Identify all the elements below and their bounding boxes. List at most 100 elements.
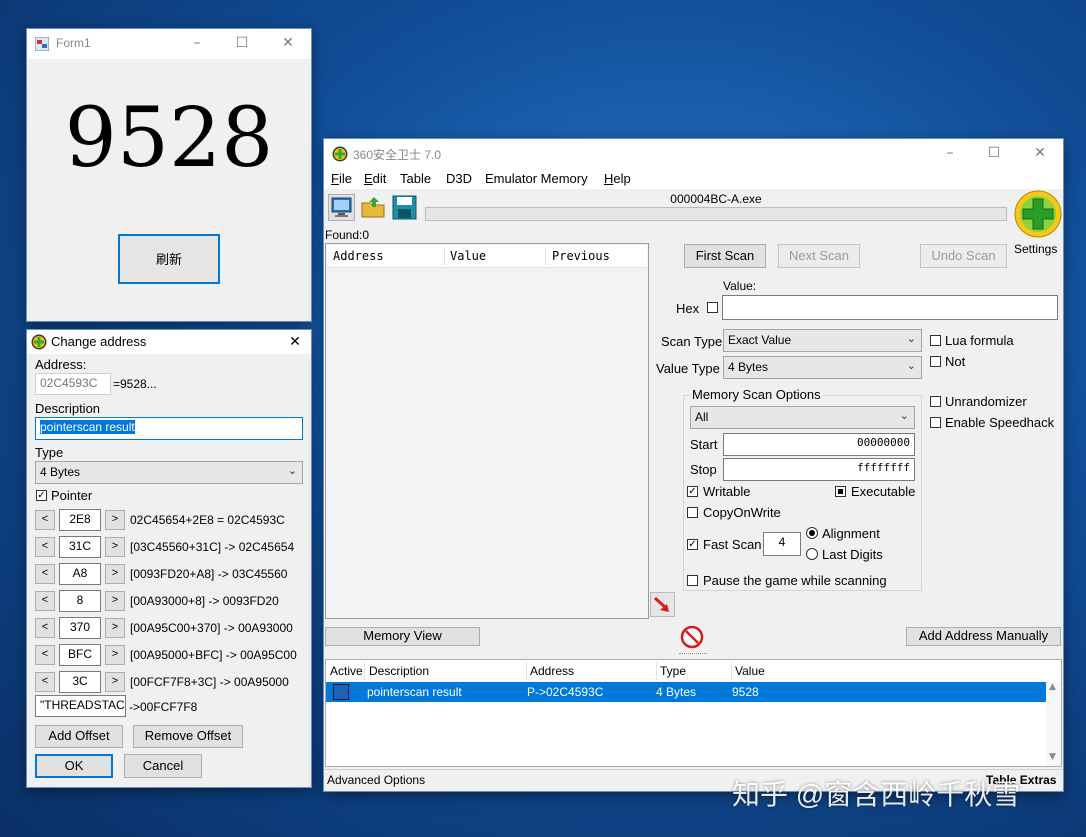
offset-increment-button[interactable]: >: [105, 537, 125, 557]
minimize-button[interactable]: –: [938, 143, 962, 163]
header-value[interactable]: Value: [450, 245, 486, 267]
offset-input[interactable]: 2E8: [59, 509, 101, 531]
speedhack-checkbox[interactable]: [930, 417, 941, 428]
description-field[interactable]: pointerscan result: [35, 417, 303, 440]
minimize-button[interactable]: –: [185, 33, 209, 53]
not-checkbox[interactable]: [930, 356, 941, 367]
unrandomizer-checkbox[interactable]: [930, 396, 941, 407]
form1-titlebar[interactable]: Form1 – ☐ ✕: [27, 29, 311, 59]
address-table[interactable]: Active Description Address Type Value po…: [325, 659, 1062, 767]
offset-increment-button[interactable]: >: [105, 564, 125, 584]
offset-input[interactable]: 3C: [59, 671, 101, 693]
active-checkbox[interactable]: [333, 684, 349, 700]
cancel-button[interactable]: Cancel: [124, 754, 202, 778]
menu-emulator-memory[interactable]: Emulator Memory: [485, 171, 588, 186]
stop-input[interactable]: ffffffff: [723, 458, 915, 481]
found-list[interactable]: Address Value Previous: [325, 243, 649, 619]
last-digits-radio[interactable]: [806, 548, 818, 560]
offset-increment-button[interactable]: >: [105, 510, 125, 530]
open-file-button[interactable]: [360, 194, 387, 221]
advanced-options-link[interactable]: Advanced Options: [327, 773, 425, 787]
address-field[interactable]: 02C4593C: [35, 373, 111, 395]
alignment-radio[interactable]: [806, 527, 818, 539]
add-offset-button[interactable]: Add Offset: [35, 725, 123, 748]
fast-scan-checkbox[interactable]: ✓: [687, 539, 698, 550]
header-address[interactable]: Address: [530, 660, 574, 682]
add-address-manually-button[interactable]: Add Address Manually: [906, 627, 1061, 646]
pointer-checkbox[interactable]: ✓: [36, 490, 47, 501]
offset-decrement-button[interactable]: <: [35, 618, 55, 638]
menu-help[interactable]: Help: [604, 171, 631, 186]
offset-result: [00A93000+8] -> 0093FD20: [130, 594, 279, 608]
pause-game-checkbox[interactable]: [687, 575, 698, 586]
offset-increment-button[interactable]: >: [105, 591, 125, 611]
offset-decrement-button[interactable]: <: [35, 537, 55, 557]
scroll-up-icon[interactable]: ▲: [1049, 682, 1056, 692]
open-process-button[interactable]: [328, 194, 355, 221]
settings-button[interactable]: Settings: [1014, 189, 1062, 261]
offset-increment-button[interactable]: >: [105, 618, 125, 638]
offset-input[interactable]: BFC: [59, 644, 101, 666]
ce-titlebar[interactable]: 360安全卫士 7.0 – ☐ ✕: [324, 139, 1063, 169]
offset-input[interactable]: 370: [59, 617, 101, 639]
hex-checkbox[interactable]: [707, 302, 718, 313]
start-input[interactable]: 00000000: [723, 433, 915, 456]
offset-decrement-button[interactable]: <: [35, 672, 55, 692]
table-row[interactable]: pointerscan result P->02C4593C 4 Bytes 9…: [326, 682, 1046, 702]
close-button[interactable]: ✕: [283, 332, 307, 352]
add-to-list-button[interactable]: [650, 592, 675, 617]
vertical-scrollbar[interactable]: ▲ ▼: [1046, 682, 1061, 766]
writable-checkbox[interactable]: ✓: [687, 486, 698, 497]
offset-increment-button[interactable]: >: [105, 672, 125, 692]
header-active[interactable]: Active: [330, 660, 363, 682]
undo-scan-button[interactable]: Undo Scan: [920, 244, 1007, 268]
next-scan-button[interactable]: Next Scan: [778, 244, 860, 268]
fast-scan-input[interactable]: 4: [763, 532, 801, 556]
maximize-button[interactable]: ☐: [230, 33, 254, 53]
menu-d3d[interactable]: D3D: [446, 171, 472, 186]
remove-offset-button[interactable]: Remove Offset: [133, 725, 243, 748]
menu-table[interactable]: Table: [400, 171, 431, 186]
menu-file[interactable]: File: [331, 171, 352, 186]
offset-decrement-button[interactable]: <: [35, 510, 55, 530]
refresh-button[interactable]: 刷新: [118, 234, 220, 284]
save-button[interactable]: [391, 194, 418, 221]
value-input[interactable]: [722, 295, 1058, 320]
menu-edit[interactable]: Edit: [364, 171, 386, 186]
header-address[interactable]: Address: [333, 245, 384, 267]
copyonwrite-checkbox[interactable]: [687, 507, 698, 518]
value-type-label: Value Type: [656, 361, 720, 376]
scroll-down-icon[interactable]: ▼: [1049, 752, 1056, 762]
header-description[interactable]: Description: [369, 660, 429, 682]
type-select[interactable]: 4 Bytes ⌄: [35, 461, 303, 484]
scan-type-select[interactable]: Exact Value ⌄: [723, 329, 922, 352]
splitter[interactable]: [679, 653, 707, 657]
memory-region-select[interactable]: All ⌄: [690, 406, 915, 429]
maximize-button[interactable]: ☐: [982, 143, 1006, 163]
executable-checkbox[interactable]: [835, 486, 846, 497]
change-address-titlebar[interactable]: Change address ✕: [27, 330, 311, 354]
type-label: Type: [35, 445, 64, 460]
lua-formula-checkbox[interactable]: [930, 335, 941, 346]
first-scan-button[interactable]: First Scan: [684, 244, 766, 268]
folder-open-icon: [361, 197, 385, 218]
base-address-field[interactable]: "THREADSTACK: [35, 695, 126, 717]
close-button[interactable]: ✕: [276, 33, 300, 53]
ok-button[interactable]: OK: [35, 754, 113, 778]
offset-result: [03C45560+31C] -> 02C45654: [130, 540, 295, 554]
offset-decrement-button[interactable]: <: [35, 564, 55, 584]
header-type[interactable]: Type: [660, 660, 686, 682]
offset-increment-button[interactable]: >: [105, 645, 125, 665]
offset-input[interactable]: 8: [59, 590, 101, 612]
header-previous[interactable]: Previous: [552, 245, 610, 267]
close-button[interactable]: ✕: [1028, 143, 1052, 163]
value-type-select[interactable]: 4 Bytes ⌄: [723, 356, 922, 379]
memory-view-button[interactable]: Memory View: [325, 627, 480, 646]
clear-list-button[interactable]: [680, 625, 704, 649]
description-label: Description: [35, 401, 101, 416]
header-value[interactable]: Value: [735, 660, 765, 682]
offset-input[interactable]: A8: [59, 563, 101, 585]
offset-decrement-button[interactable]: <: [35, 645, 55, 665]
offset-decrement-button[interactable]: <: [35, 591, 55, 611]
offset-input[interactable]: 31C: [59, 536, 101, 558]
